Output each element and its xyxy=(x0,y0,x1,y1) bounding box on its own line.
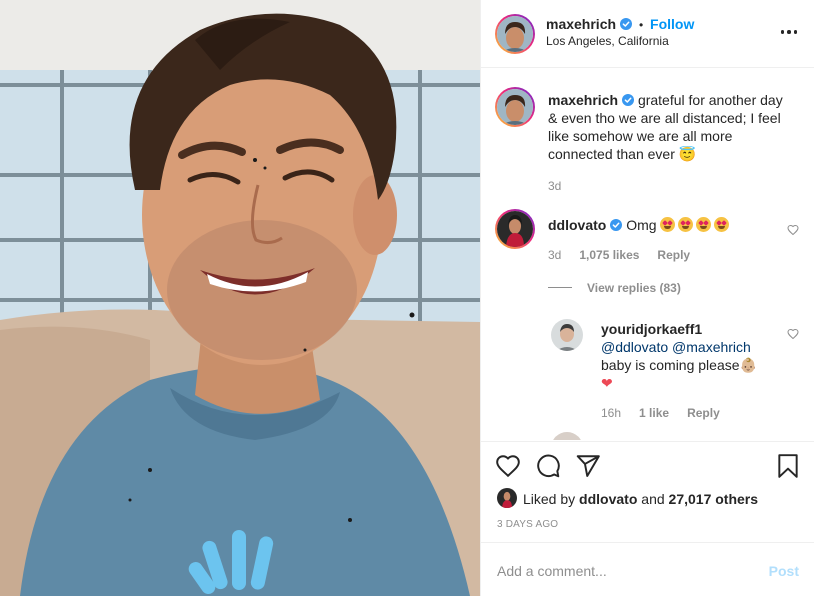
caption-avatar-image xyxy=(497,89,533,125)
reply-avatar[interactable] xyxy=(551,319,583,351)
caption-username[interactable]: maxehrich xyxy=(548,92,618,108)
liked-by-conjunction: and xyxy=(641,491,665,507)
liked-by-others[interactable]: 27,017 others xyxy=(669,491,759,507)
post-caption: maxehrich grateful for another day & eve… xyxy=(548,91,788,163)
comment-like-heart-icon[interactable] xyxy=(787,224,799,236)
comment-icon[interactable] xyxy=(535,453,561,479)
liked-by-user[interactable]: ddlovato xyxy=(579,491,637,507)
comment-item: ddlovato Omg xyxy=(548,216,732,234)
comments-list[interactable]: maxehrich grateful for another day & eve… xyxy=(481,69,814,440)
heart-eyes-emoji xyxy=(678,217,694,232)
reply-likes[interactable]: 1 like xyxy=(639,406,669,420)
reply-meta: 16h 1 like Reply xyxy=(601,406,720,420)
reply-age[interactable]: 16h xyxy=(601,406,621,420)
view-replies-button[interactable]: View replies (83) xyxy=(587,281,681,295)
comment-avatar-image xyxy=(497,211,533,247)
comment-text: Omg xyxy=(626,217,657,233)
post-location[interactable]: Los Angeles, California xyxy=(546,34,669,48)
author-username[interactable]: maxehrich xyxy=(546,16,616,32)
comment-age[interactable]: 3d xyxy=(548,248,561,262)
liked-by-text: Liked by ddlovato and 27,017 others xyxy=(523,491,758,507)
verified-icon xyxy=(622,94,635,106)
add-comment-input[interactable]: Add a comment... xyxy=(497,563,607,579)
heart-eyes-emoji xyxy=(714,217,730,232)
view-replies-line xyxy=(548,287,572,288)
author-avatar[interactable] xyxy=(495,14,535,54)
reply-text: baby is coming please👶🏼 xyxy=(601,357,757,373)
reply-avatar-image xyxy=(551,319,583,351)
follow-button[interactable]: Follow xyxy=(650,16,694,32)
post-photo[interactable] xyxy=(0,0,480,596)
post-comment-button[interactable]: Post xyxy=(769,563,799,579)
add-comment-bar: Add a comment... Post xyxy=(481,542,814,596)
author-avatar-image xyxy=(497,16,533,52)
instagram-post: maxehrich • Follow Los Angeles, Californ… xyxy=(0,0,814,596)
header-separator: • xyxy=(638,18,644,32)
liked-by-avatar-image xyxy=(497,488,517,508)
verified-icon xyxy=(620,18,633,30)
caption-age[interactable]: 3d xyxy=(548,179,561,193)
comment-username[interactable]: ddlovato xyxy=(548,217,606,233)
post-header: maxehrich • Follow Los Angeles, Californ… xyxy=(481,0,814,68)
bookmark-icon[interactable] xyxy=(775,453,801,479)
heart-eyes-emoji xyxy=(696,217,712,232)
heart-icon[interactable] xyxy=(495,453,521,479)
heart-eyes-emoji xyxy=(660,217,676,232)
red-heart-emoji: ❤ xyxy=(601,375,613,391)
verified-icon xyxy=(610,219,623,231)
reply-username[interactable]: youridjorkaeff1 xyxy=(601,321,702,337)
post-date[interactable]: 3 DAYS AGO xyxy=(497,519,558,530)
comment-avatar[interactable] xyxy=(495,209,535,249)
reply-like-heart-icon[interactable] xyxy=(787,328,799,340)
reply-mentions[interactable]: @ddlovato @maxehrich xyxy=(601,339,751,355)
post-actions: Liked by ddlovato and 27,017 others 3 DA… xyxy=(481,441,814,596)
reply-item: youridjorkaeff1 @ddlovato @maxehrich bab… xyxy=(601,320,781,392)
post-photo-image xyxy=(0,0,480,596)
share-icon[interactable] xyxy=(575,453,601,479)
comment-meta: 3d 1,075 likes Reply xyxy=(548,248,690,262)
comment-reply-button[interactable]: Reply xyxy=(657,248,690,262)
caption-avatar[interactable] xyxy=(495,87,535,127)
next-reply-avatar[interactable] xyxy=(551,432,583,440)
comment-likes[interactable]: 1,075 likes xyxy=(579,248,639,262)
post-side-panel: maxehrich • Follow Los Angeles, Californ… xyxy=(480,0,814,596)
liked-by-avatar[interactable] xyxy=(497,488,517,508)
reply-reply-button[interactable]: Reply xyxy=(687,406,720,420)
more-options-icon[interactable] xyxy=(779,22,799,42)
liked-by-prefix: Liked by xyxy=(523,491,576,507)
